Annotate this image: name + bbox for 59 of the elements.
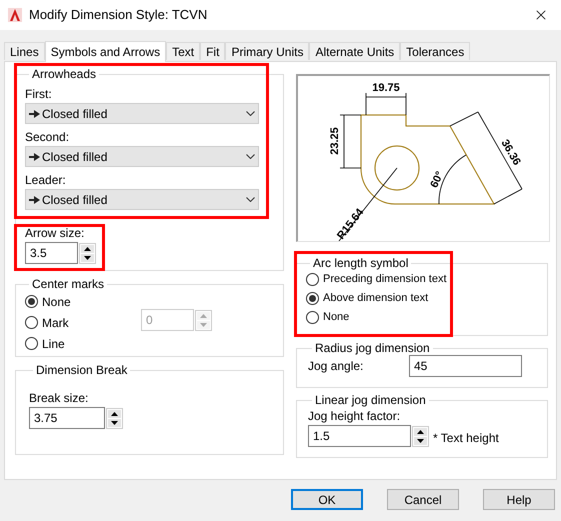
arrowhead-icon bbox=[29, 110, 40, 118]
tab[interactable]: Fit bbox=[200, 42, 226, 60]
arrowhead-dropdown[interactable]: Closed filled bbox=[25, 103, 259, 124]
radio-option[interactable]: Above dimension text bbox=[306, 289, 428, 308]
dimension-line bbox=[340, 114, 362, 168]
jog-angle-field[interactable]: 45 bbox=[409, 355, 522, 377]
field-label: Arrow size: bbox=[25, 225, 86, 242]
app-logo-icon bbox=[8, 8, 22, 22]
radio-button[interactable] bbox=[25, 337, 38, 350]
arrowhead-icon bbox=[29, 196, 40, 204]
field-label: Jog height factor: bbox=[308, 408, 402, 425]
tab[interactable]: Primary Units bbox=[225, 42, 310, 60]
radio-option[interactable]: None bbox=[25, 291, 71, 312]
group-label: Radius jog dimension bbox=[315, 341, 430, 355]
dimension-label: 19.75 bbox=[372, 82, 400, 94]
dialog-button[interactable]: OK bbox=[291, 489, 363, 510]
field-label: Second: bbox=[25, 129, 70, 146]
number-field[interactable]: 3.5 bbox=[25, 242, 78, 264]
window-title: Modify Dimension Style: TCVN bbox=[29, 6, 208, 24]
arrowhead-dropdown[interactable]: Closed filled bbox=[25, 146, 259, 167]
tab[interactable]: Symbols and Arrows bbox=[44, 41, 166, 62]
group-label: Arrowheads bbox=[32, 67, 96, 81]
dimension-line bbox=[366, 92, 406, 116]
chevron-down-icon bbox=[246, 154, 255, 159]
group-label: Dimension Break bbox=[36, 363, 128, 377]
radio-button[interactable] bbox=[306, 273, 319, 286]
radio-option[interactable]: None bbox=[306, 308, 350, 327]
radio-button[interactable] bbox=[25, 295, 38, 308]
field-label: Break size: bbox=[29, 390, 90, 407]
group-label: Center marks bbox=[32, 277, 104, 291]
tab[interactable]: Text bbox=[166, 42, 200, 60]
group-label: Linear jog dimension bbox=[315, 393, 426, 407]
unit-label: * Text height bbox=[433, 430, 499, 447]
spin-buttons[interactable] bbox=[106, 408, 123, 428]
radio-button[interactable] bbox=[306, 292, 319, 305]
radio-button[interactable] bbox=[25, 316, 38, 329]
spin-buttons[interactable] bbox=[79, 242, 96, 264]
number-field[interactable]: 3.75 bbox=[29, 407, 105, 429]
dialog-button[interactable]: Cancel bbox=[387, 489, 459, 510]
radio-option[interactable]: Preceding dimension text bbox=[306, 270, 447, 289]
field-label: Leader: bbox=[25, 172, 67, 189]
group-label: Arc length symbol bbox=[313, 256, 408, 270]
field-label: First: bbox=[25, 86, 53, 103]
arrowhead-dropdown[interactable]: Closed filled bbox=[25, 189, 259, 210]
number-field[interactable]: 1.5 bbox=[308, 425, 411, 447]
chevron-down-icon bbox=[246, 197, 255, 202]
radio-button[interactable] bbox=[306, 311, 319, 324]
dimension-label: 60° bbox=[428, 170, 446, 190]
tab[interactable]: Lines bbox=[4, 42, 45, 60]
radio-option[interactable]: Line bbox=[25, 333, 65, 354]
dimension-label: 23.25 bbox=[329, 127, 341, 155]
radio-option[interactable]: Mark bbox=[25, 312, 69, 333]
tab[interactable]: Tolerances bbox=[400, 42, 470, 60]
field-label: Jog angle: bbox=[308, 358, 364, 375]
spin-buttons[interactable] bbox=[412, 426, 429, 446]
tab[interactable]: Alternate Units bbox=[309, 42, 400, 60]
dialog-button[interactable]: Help bbox=[483, 489, 555, 510]
chevron-down-icon bbox=[246, 111, 255, 116]
arrowhead-icon bbox=[29, 152, 40, 160]
